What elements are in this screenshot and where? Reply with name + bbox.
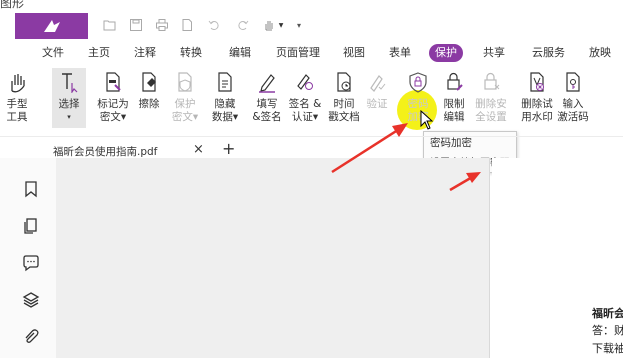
hand-tool-button[interactable]: [0, 70, 34, 94]
foxit-logo-icon: [43, 20, 60, 32]
menu-comment[interactable]: 注释: [134, 44, 156, 62]
timestamp-label: 时间 戳文档: [328, 98, 360, 123]
pages-icon[interactable]: [22, 217, 40, 235]
save-icon[interactable]: [129, 17, 143, 33]
menu-edit[interactable]: 编辑: [229, 44, 251, 62]
sign-certify-button[interactable]: [288, 70, 322, 94]
menu-protect[interactable]: 保护: [429, 44, 463, 62]
remove-watermark-button[interactable]: [520, 70, 554, 94]
hand-dropdown-icon[interactable]: [262, 17, 276, 33]
erase-label: 擦除: [138, 98, 160, 110]
page-text-line: 下载袖: [592, 342, 623, 355]
menu-cloud-service[interactable]: 云服务: [532, 44, 565, 62]
menu-convert[interactable]: 转换: [180, 44, 202, 62]
undo-icon[interactable]: [207, 17, 221, 33]
print-icon[interactable]: [155, 17, 169, 33]
menu-page-manage[interactable]: 页面管理: [276, 44, 320, 62]
restrict-edit-label: 限制 编辑: [443, 98, 465, 123]
redo-icon[interactable]: [236, 17, 250, 33]
activation-code-button[interactable]: [556, 70, 590, 94]
timestamp-button[interactable]: [327, 70, 361, 94]
bookmark-icon[interactable]: [22, 180, 40, 198]
hand-icon: [11, 74, 25, 93]
remove-security-label: 删除安 全设置: [475, 98, 507, 123]
verify-icon: [370, 75, 386, 92]
mark-redaction-label: 标记为 密文▾: [97, 98, 129, 123]
comments-icon[interactable]: [22, 254, 40, 272]
new-tab-icon[interactable]: +: [222, 139, 235, 158]
password-shield-icon: [409, 72, 427, 93]
mark-redaction-icon: [106, 72, 121, 92]
fill-sign-button[interactable]: [250, 70, 284, 94]
customize-toolbar-icon[interactable]: ▾: [294, 17, 304, 33]
new-document-icon[interactable]: [180, 17, 194, 33]
hide-data-icon: [218, 72, 232, 92]
erase-icon: [142, 72, 156, 92]
remove-security-icon: [484, 72, 500, 90]
menu-file[interactable]: 文件: [42, 44, 64, 62]
sign-certify-icon: [297, 74, 313, 90]
window-title: 图形: [0, 0, 25, 10]
password-encrypt-button[interactable]: [401, 70, 435, 94]
fill-sign-label: 填写 &签名: [252, 98, 282, 123]
mouse-pointer-icon: [420, 110, 434, 130]
hand-tool-label: 手型 工具: [6, 98, 28, 123]
restrict-edit-button[interactable]: [437, 70, 471, 94]
restrict-edit-icon: [447, 72, 463, 91]
remove-security-button[interactable]: [474, 70, 508, 94]
ribbon-divider: [0, 136, 623, 137]
verify-button[interactable]: [360, 70, 394, 94]
page-text-line: 答：财: [592, 324, 623, 337]
remove-watermark-icon: [530, 72, 544, 92]
menu-form[interactable]: 表单: [389, 44, 411, 62]
select-cursor-icon: [62, 73, 78, 93]
document-canvas[interactable]: [56, 158, 490, 358]
select-tool-label: 选择 ▾: [58, 98, 80, 121]
activation-code-label: 输入 激活码: [557, 98, 589, 123]
mark-redaction-button[interactable]: [96, 70, 130, 94]
hide-data-button[interactable]: [208, 70, 242, 94]
page-text-line: 福昕会: [592, 307, 623, 320]
close-tab-icon[interactable]: ×: [193, 142, 204, 157]
hide-data-label: 隐藏 数据▾: [211, 98, 239, 123]
tooltip-title: 密码加密: [430, 137, 472, 149]
document-tab[interactable]: 福昕会员使用指南.pdf: [53, 144, 157, 159]
sign-certify-label: 签名 & 认证▾: [288, 98, 322, 123]
hand-dropdown-caret[interactable]: ▼: [277, 17, 285, 33]
menu-home[interactable]: 主页: [88, 44, 110, 62]
timestamp-icon: [337, 72, 351, 92]
attachment-icon[interactable]: [22, 328, 40, 346]
select-tool-button[interactable]: [52, 70, 86, 94]
layers-icon[interactable]: [22, 291, 40, 309]
menu-share[interactable]: 共享: [483, 44, 505, 62]
app-logo: [15, 13, 88, 39]
protect-redaction-icon: [178, 72, 192, 92]
fill-sign-icon: [259, 74, 275, 93]
window-title-strip: 图形: [0, 0, 623, 12]
menu-view[interactable]: 视图: [343, 44, 365, 62]
protect-redaction-label: 保护 密文▾: [171, 98, 199, 123]
menu-slideshow[interactable]: 放映: [589, 44, 611, 62]
verify-label: 验证: [366, 98, 388, 110]
remove-watermark-label: 删除试 用水印: [521, 98, 553, 123]
open-file-icon[interactable]: [103, 17, 117, 33]
erase-button[interactable]: [132, 70, 166, 94]
protect-redaction-button[interactable]: [168, 70, 202, 94]
activation-code-icon: [566, 72, 580, 92]
